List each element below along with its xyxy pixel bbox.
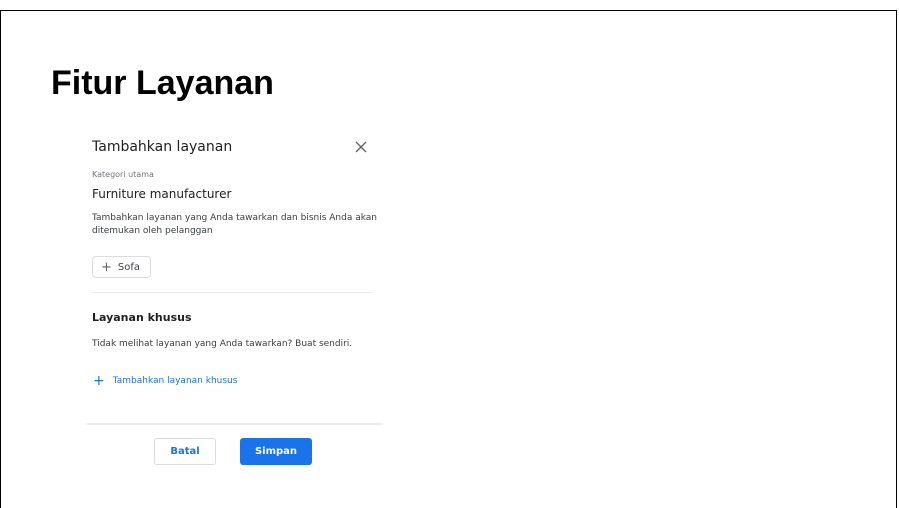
add-custom-service-label: Tambahkan layanan khusus: [112, 376, 238, 386]
suggestion-chip-sofa[interactable]: + Sofa: [92, 256, 152, 278]
custom-services-description: Tidak melihat layanan yang Anda tawarkan…: [92, 339, 353, 349]
add-service-dialog: Tambahkan layanan Kategori utama Furnitu…: [86, 128, 383, 480]
close-icon[interactable]: [354, 140, 368, 154]
slide-title: Fitur Layanan: [51, 64, 274, 102]
dialog-title: Tambahkan layanan: [92, 139, 233, 155]
add-custom-service-link[interactable]: + Tambahkan layanan khusus: [93, 374, 237, 388]
dialog-description: Tambahkan layanan yang Anda tawarkan dan…: [92, 213, 378, 236]
category-label: Kategori utama: [92, 170, 154, 179]
save-button[interactable]: Simpan: [240, 438, 312, 465]
custom-services-title: Layanan khusus: [92, 311, 192, 324]
primary-category: Furniture manufacturer: [92, 187, 232, 201]
cancel-button[interactable]: Batal: [154, 438, 216, 465]
chip-label: Sofa: [117, 261, 141, 273]
plus-icon: +: [101, 259, 112, 275]
footer-divider: [86, 423, 383, 425]
plus-icon: +: [93, 373, 105, 389]
divider: [92, 292, 373, 293]
dialog-header: Tambahkan layanan: [92, 138, 378, 156]
